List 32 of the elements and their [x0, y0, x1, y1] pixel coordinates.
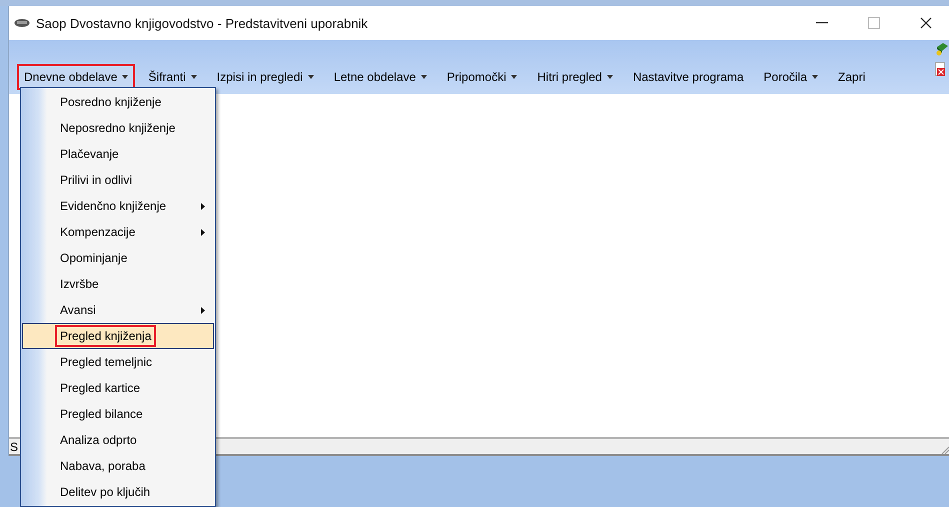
menu-entry[interactable]: Posredno knjiženje — [55, 91, 166, 113]
menu-entry[interactable]: Pregled bilance — [55, 403, 148, 425]
menu-entry[interactable]: Pregled knjiženja — [55, 325, 156, 347]
menu-item[interactable]: Izpisi in pregledi — [210, 64, 321, 90]
menu-item[interactable]: Pripomočki — [440, 64, 524, 90]
menu-item[interactable]: Zapri — [831, 64, 872, 90]
menu-item[interactable]: Hitri pregled — [530, 64, 620, 90]
menu-entry[interactable]: Pregled temeljnic — [55, 351, 158, 373]
close-document-icon[interactable] — [935, 62, 945, 76]
menu-entry[interactable]: Kompenzacije — [55, 221, 140, 243]
menu-entry[interactable]: Nabava, poraba — [55, 455, 150, 477]
help-book-icon[interactable] — [935, 42, 949, 56]
status-text: S — [10, 440, 18, 454]
menu-item[interactable]: Šifranti — [141, 64, 204, 90]
app-icon — [14, 18, 30, 28]
menu-entry[interactable]: Opominjanje — [55, 247, 132, 269]
close-icon[interactable] — [920, 17, 932, 29]
menu-entry[interactable]: Izvršbe — [55, 273, 104, 295]
menu-entry[interactable]: Evidenčno knjiženje — [55, 195, 172, 217]
minimize-icon[interactable] — [816, 22, 828, 24]
resize-grip-icon[interactable] — [939, 444, 949, 454]
menu-entry[interactable]: Avansi — [55, 299, 101, 321]
menu-entry[interactable]: Analiza odprto — [55, 429, 142, 451]
menu-item[interactable]: Letne obdelave — [326, 64, 434, 90]
menu-entry[interactable]: Pregled kartice — [55, 377, 146, 399]
menu-entry[interactable]: Prilivi in odlivi — [55, 169, 138, 191]
menu-item[interactable]: Nastavitve programa — [626, 64, 751, 90]
menu-entry[interactable]: Delitev po ključih — [55, 481, 156, 503]
window-title: Saop Dvostavno knjigovodstvo - Predstavitveni uporabnik — [36, 16, 369, 30]
menu-entry[interactable]: Plačevanje — [55, 143, 124, 165]
menu-entry[interactable]: Neposredno knjiženje — [55, 117, 180, 139]
menu-item[interactable]: Poročila — [756, 64, 826, 90]
